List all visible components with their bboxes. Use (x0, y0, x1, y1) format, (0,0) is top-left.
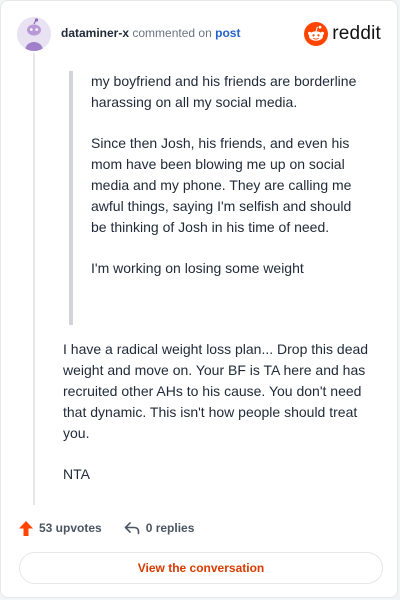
comment-paragraph: NTA (63, 466, 90, 482)
comment-paragraph: I have a radical weight loss plan... Dro… (63, 341, 369, 441)
reddit-wordmark: reddit (332, 23, 381, 44)
username-link[interactable]: dataminer-x (61, 26, 129, 40)
post-link[interactable]: post (215, 26, 240, 40)
upvote-arrow-icon (19, 520, 33, 536)
snoo-avatar-icon (17, 17, 51, 51)
view-conversation-button[interactable]: View the conversation (19, 552, 383, 584)
reply-count: 0 replies (145, 521, 195, 535)
action-text: commented on (132, 26, 212, 40)
reddit-snoo-icon (304, 22, 329, 46)
comment-header: dataminer-x commented on post reddit (17, 17, 381, 51)
thread-line (33, 53, 35, 505)
comment-card: dataminer-x commented on post reddit my … (0, 0, 398, 598)
upvote-button[interactable]: 53 upvotes (19, 520, 102, 536)
byline: dataminer-x commented on post (61, 26, 240, 40)
upvote-count: 53 upvotes (39, 521, 102, 535)
reply-arrow-icon (124, 522, 140, 535)
avatar[interactable] (17, 17, 51, 51)
comment-footer: 53 upvotes 0 replies (19, 517, 379, 539)
quote-paragraph: my boyfriend and his friends are borderl… (91, 73, 357, 110)
quote-paragraph: Since then Josh, his friends, and even h… (91, 135, 352, 235)
quoted-text: my boyfriend and his friends are borderl… (69, 71, 359, 325)
comment-body: I have a radical weight loss plan... Dro… (63, 339, 383, 505)
quote-paragraph: I'm working on losing some weight (91, 260, 304, 276)
reply-button[interactable]: 0 replies (124, 521, 195, 535)
reddit-logo[interactable]: reddit (304, 19, 381, 49)
